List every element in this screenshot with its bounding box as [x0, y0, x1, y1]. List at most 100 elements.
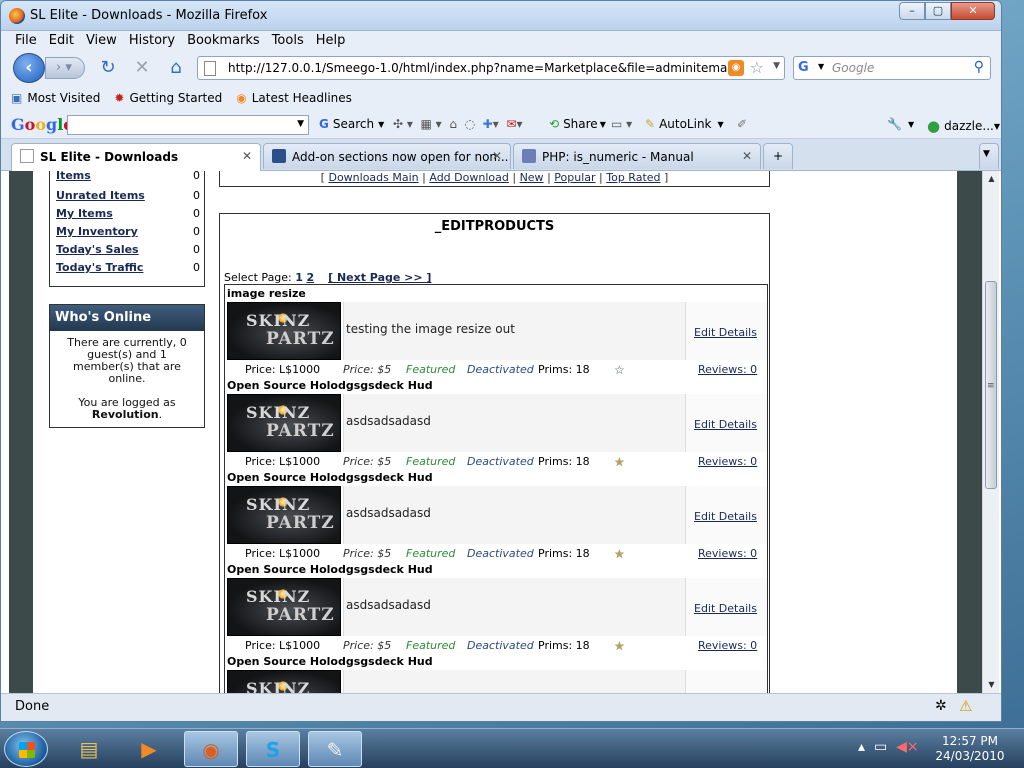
clock[interactable]: 12:57 PM 24/03/2010: [930, 734, 1010, 764]
share-button[interactable]: ⟲ Share ▼: [549, 117, 606, 131]
bar-icon[interactable]: ▭ ▾: [611, 117, 632, 131]
add-download-link[interactable]: Add Download: [429, 171, 508, 184]
close-tab-icon[interactable]: ✕: [492, 149, 502, 163]
explorer-taskbar-icon[interactable]: ▤: [62, 731, 116, 767]
menu-help[interactable]: Help: [310, 31, 352, 51]
reviews-link[interactable]: Reviews: 0: [698, 547, 757, 560]
toolbar-icons-group[interactable]: ✣ ▾ ▦ ▾ ⌂ ◌ ✚ ▾ ✉ ▾: [393, 117, 522, 131]
sidebar-link[interactable]: Today's Traffic: [56, 261, 143, 274]
address-bar[interactable]: http://127.0.0.1/Smeego-1.0/html/index.p…: [197, 56, 785, 80]
product-description: testing the image resize out: [346, 322, 515, 336]
edit-details-link[interactable]: Edit Details: [694, 326, 757, 339]
home-icon[interactable]: ⌂: [165, 57, 187, 79]
product-thumbnail[interactable]: SKINZPARTZ: [227, 670, 341, 693]
sidebar-item-unrated-items[interactable]: Unrated Items 0: [56, 189, 200, 207]
google-search-engine-icon[interactable]: G: [798, 60, 814, 76]
list-tabs-button[interactable]: ▼: [979, 143, 999, 169]
firebug-icon[interactable]: ✲: [935, 698, 947, 714]
top-rated-link[interactable]: Top Rated: [606, 171, 660, 184]
sidebar-item-my-items[interactable]: My Items 0: [56, 207, 200, 225]
chevron-down-icon[interactable]: ▼: [297, 119, 304, 129]
menu-bookmarks[interactable]: Bookmarks: [181, 31, 266, 51]
sidebar-item-todays-sales[interactable]: Today's Sales 0: [56, 243, 200, 261]
page-2-link[interactable]: 2: [306, 271, 314, 284]
highlighter-icon[interactable]: ✐: [737, 117, 747, 131]
downloads-main-link[interactable]: Downloads Main: [328, 171, 418, 184]
warning-icon[interactable]: ⚠: [959, 697, 977, 715]
skype-taskbar-icon[interactable]: S: [246, 731, 300, 767]
close-tab-icon[interactable]: ✕: [742, 149, 752, 163]
close-tab-icon[interactable]: ✕: [242, 149, 252, 163]
tab-add-on-sections[interactable]: Add-on sections now open for non... ✕: [263, 143, 511, 169]
sidebar-item-items[interactable]: Items 0: [56, 171, 200, 187]
new-tab-button[interactable]: +: [763, 143, 793, 169]
search-box[interactable]: G ▼ Google ⚲: [793, 56, 991, 80]
next-page-link[interactable]: [ Next Page >> ]: [328, 271, 431, 284]
menu-edit[interactable]: Edit: [43, 31, 80, 51]
close-window-button[interactable]: ✕: [951, 2, 995, 20]
bookmark-latest-headlines[interactable]: ◉ Latest Headlines: [236, 91, 352, 105]
product-thumbnail[interactable]: SKINZPARTZ: [227, 302, 341, 360]
new-link[interactable]: New: [520, 171, 544, 184]
featured-flag: Featured: [406, 455, 456, 468]
page-title: _EDITPRODUCTS: [434, 219, 555, 234]
product-price: Price: L$1000: [245, 547, 321, 560]
sidebar-link[interactable]: Today's Sales: [56, 243, 139, 256]
edit-details-link[interactable]: Edit Details: [694, 602, 757, 615]
volume-muted-icon[interactable]: ◀×: [896, 739, 919, 755]
sidebar-link[interactable]: Items: [56, 171, 91, 182]
notepad-taskbar-icon[interactable]: ✎: [308, 731, 362, 767]
product-thumbnail[interactable]: SKINZPARTZ: [227, 394, 341, 452]
show-hidden-icons-icon[interactable]: ▴: [858, 739, 865, 755]
scroll-up-icon[interactable]: ▲: [983, 171, 1000, 187]
google-search-button[interactable]: G Search ▼: [319, 117, 384, 131]
page-content: Items 0 Unrated Items 0 My Items 0 My Inven…: [33, 171, 957, 693]
sidebar-item-my-inventory[interactable]: My Inventory 0: [56, 225, 200, 243]
product-thumbnail[interactable]: SKINZPARTZ: [227, 486, 341, 544]
tab-sl-elite[interactable]: SL Elite - Downloads ✕: [11, 143, 261, 171]
reload-icon[interactable]: ↻: [97, 57, 119, 79]
url-text[interactable]: http://127.0.0.1/Smeego-1.0/html/index.p…: [228, 61, 728, 75]
menu-file[interactable]: File: [9, 31, 43, 51]
menu-view[interactable]: View: [80, 31, 123, 51]
engine-dropdown-icon[interactable]: ▼: [818, 62, 824, 71]
search-icon[interactable]: ⚲: [974, 59, 984, 75]
sidebar-link[interactable]: Unrated Items: [56, 189, 145, 202]
url-dropdown-icon[interactable]: ▼: [773, 61, 780, 71]
rss-feed-icon[interactable]: ◉: [728, 60, 744, 76]
reviews-link[interactable]: Reviews: 0: [698, 455, 757, 468]
bookmark-star-icon[interactable]: ☆: [750, 58, 764, 77]
menu-tools[interactable]: Tools: [266, 31, 310, 51]
minimize-button[interactable]: –: [899, 2, 925, 20]
product-thumbnail[interactable]: SKINZPARTZ: [227, 578, 341, 636]
network-icon[interactable]: ▭: [874, 739, 887, 755]
settings-wrench-icon[interactable]: 🔧 ▼: [887, 117, 914, 131]
edit-details-link[interactable]: Edit Details: [694, 510, 757, 523]
sidebar-link[interactable]: My Items: [56, 207, 113, 220]
google-toolbar-input[interactable]: ▼: [67, 115, 309, 135]
sidebar-item-todays-traffic[interactable]: Today's Traffic 0: [56, 261, 200, 279]
back-button[interactable]: ‹: [13, 53, 45, 83]
autolink-button[interactable]: ✎ AutoLink ▼: [645, 117, 724, 131]
edit-details-link[interactable]: Edit Details: [694, 418, 757, 431]
scroll-down-icon[interactable]: ▼: [983, 677, 1000, 693]
reviews-link[interactable]: Reviews: 0: [698, 639, 757, 652]
forward-button[interactable]: › ▾: [45, 57, 85, 79]
google-logo[interactable]: Google: [11, 115, 73, 134]
maximize-button[interactable]: ▢: [925, 2, 951, 20]
reviews-link[interactable]: Reviews: 0: [698, 363, 757, 376]
start-button[interactable]: [4, 731, 48, 767]
logo-text: PARTZ: [266, 329, 335, 349]
tab-php-manual[interactable]: PHP: is_numeric - Manual ✕: [513, 143, 761, 169]
account-button[interactable]: ● dazzle... ▼: [927, 117, 1000, 135]
sidebar-link[interactable]: My Inventory: [56, 225, 138, 238]
search-placeholder[interactable]: Google: [832, 61, 874, 75]
firefox-taskbar-icon[interactable]: ◉: [184, 731, 238, 767]
menu-history[interactable]: History: [123, 31, 181, 51]
stop-icon[interactable]: ✕: [131, 57, 153, 79]
bookmark-most-visited[interactable]: ▣ Most Visited: [11, 91, 100, 105]
bookmark-getting-started[interactable]: ✹ Getting Started: [114, 91, 222, 105]
popular-link[interactable]: Popular: [554, 171, 595, 184]
media-player-taskbar-icon[interactable]: ▶: [122, 731, 176, 767]
vertical-scrollbar[interactable]: ▲ ≡ ▼: [982, 171, 999, 693]
